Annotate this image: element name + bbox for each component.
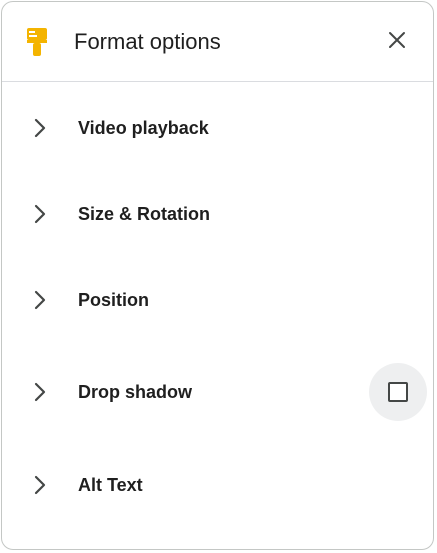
panel-title: Format options bbox=[74, 29, 221, 54]
chevron-right-icon bbox=[28, 473, 52, 497]
chevron-right-icon bbox=[28, 380, 52, 404]
section-size-rotation[interactable]: Size & Rotation bbox=[2, 183, 433, 245]
section-position[interactable]: Position bbox=[2, 269, 433, 331]
section-alt-text[interactable]: Alt Text bbox=[2, 454, 433, 516]
section-label: Alt Text bbox=[78, 475, 143, 495]
section-video-playback[interactable]: Video playback bbox=[2, 97, 433, 159]
chevron-right-icon bbox=[28, 202, 52, 226]
section-label: Drop shadow bbox=[78, 382, 193, 402]
section-label: Size & Rotation bbox=[78, 204, 211, 224]
chevron-right-icon bbox=[28, 116, 52, 140]
chevron-right-icon bbox=[28, 288, 52, 312]
format-options-panel: Format options Video playback Size & Rot… bbox=[1, 1, 434, 550]
panel-header: Format options bbox=[2, 2, 433, 82]
close-button[interactable] bbox=[377, 22, 417, 62]
section-label: Video playback bbox=[78, 118, 209, 138]
paint-roller-icon bbox=[24, 27, 50, 57]
drop-shadow-checkbox-container[interactable] bbox=[369, 363, 427, 421]
drop-shadow-checkbox[interactable] bbox=[388, 382, 408, 402]
close-icon bbox=[388, 31, 406, 54]
section-drop-shadow[interactable]: Drop shadow bbox=[2, 361, 433, 423]
section-label: Position bbox=[78, 290, 149, 310]
